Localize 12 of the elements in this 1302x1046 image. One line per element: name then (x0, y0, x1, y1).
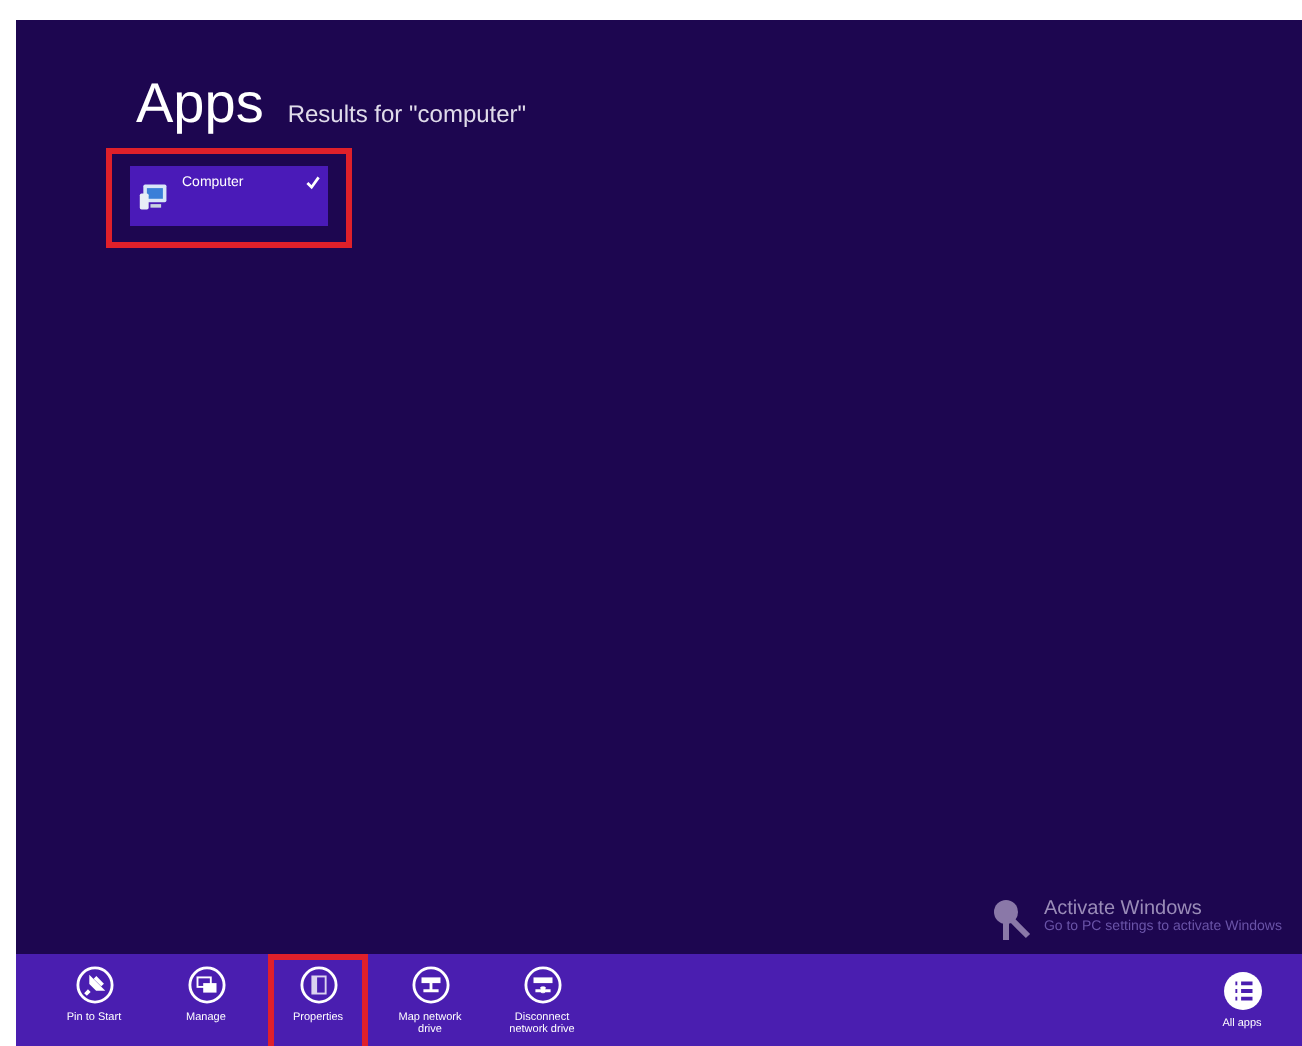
results-text: Results for "computer" (287, 100, 527, 128)
pin-icon (75, 966, 113, 1004)
disconnect-drive-icon (523, 966, 561, 1004)
network-drive-icon (411, 966, 449, 1004)
list-icon (1223, 972, 1261, 1010)
computer-icon (138, 182, 170, 212)
properties-icon (299, 966, 337, 1004)
key-icon (991, 898, 1032, 942)
activation-title: Activate Windows (1043, 898, 1202, 920)
checkmark-icon (306, 176, 320, 190)
manage-icon (187, 966, 225, 1004)
page-title: Apps (136, 72, 264, 136)
